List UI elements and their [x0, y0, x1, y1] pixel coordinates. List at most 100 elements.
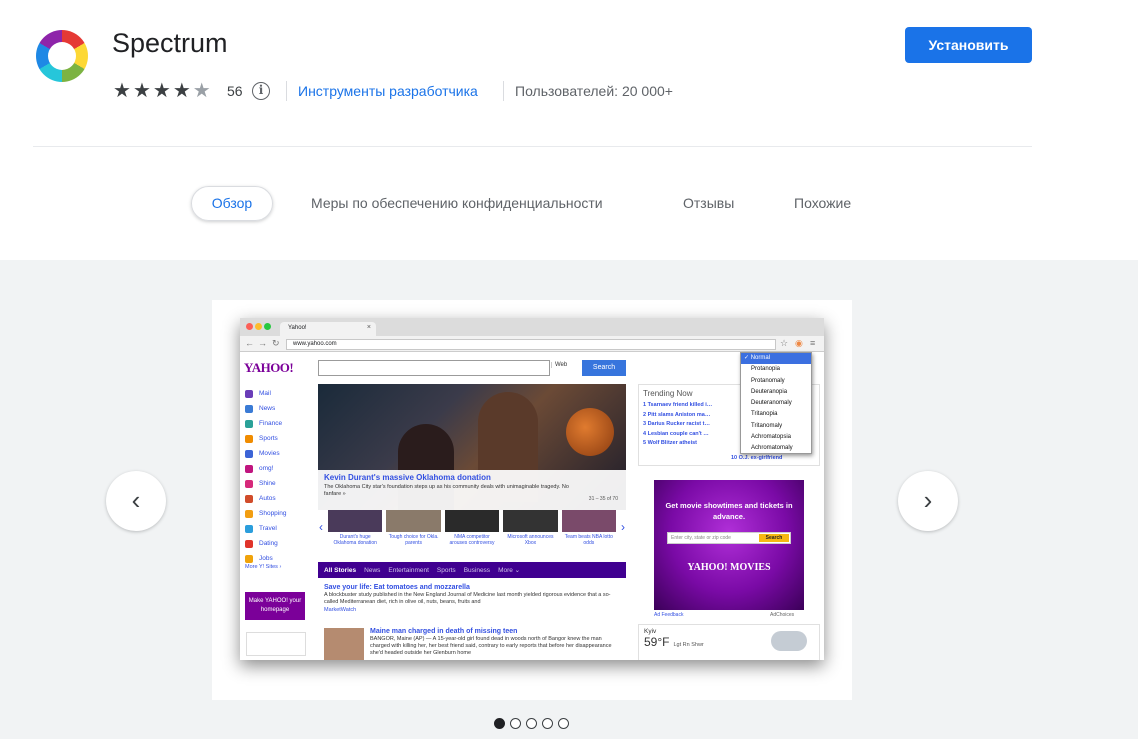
spectrum-menu-item: ✓ Normal [741, 353, 811, 365]
category-link[interactable]: Инструменты разработчика [298, 83, 478, 99]
zoom-dot-icon [264, 323, 271, 330]
yahoo-search-input: Web [318, 360, 567, 376]
gallery-dot[interactable] [558, 718, 569, 729]
tab-reviews[interactable]: Отзывы [683, 195, 734, 211]
tab-similar[interactable]: Похожие [794, 195, 851, 211]
spectrum-dropdown-menu: ✓ Normal Protanopia Protanomaly Deuteranopi… [740, 352, 812, 454]
basketball [566, 408, 614, 456]
nav-label: News [259, 405, 276, 412]
header-divider [33, 146, 1032, 147]
spectrum-menu-item: Protanomaly [751, 377, 785, 384]
info-icon[interactable]: i [252, 82, 270, 100]
weather-desc: Lgt Rn Shwr [673, 642, 704, 648]
install-button[interactable]: Установить [905, 27, 1032, 63]
story-title: Maine man charged in death of missing te… [370, 628, 518, 635]
stories-tab: Sports [436, 566, 456, 574]
star-icon: ★ [152, 80, 171, 102]
stories-tab: Business [463, 566, 491, 574]
spectrum-extension-icon: ◉ [795, 338, 803, 348]
close-icon: × [366, 324, 371, 331]
gallery-pagination [494, 718, 569, 729]
yahoo-nav-item: Mail [245, 386, 315, 401]
ad-search-button: Search [759, 534, 789, 542]
nav-icon [245, 419, 253, 428]
news-thumbnail: Team beats NBA lotto odds [561, 510, 617, 552]
stories-tab: All Stories [324, 566, 357, 574]
chevron-left-icon: ‹ [319, 520, 323, 534]
rating-stars[interactable]: ★ ★ ★ ★ ★ [113, 81, 211, 101]
reload-icon: ↻ [272, 338, 280, 348]
story-text: A blockbuster study published in the New… [324, 592, 611, 605]
story-item: Save your life: Eat tomatoes and mozzare… [324, 584, 620, 614]
more-sites-link: More Y! Sites › [245, 564, 282, 570]
forward-arrow-icon: → [258, 338, 267, 348]
star-icon: ★ [132, 80, 151, 102]
spectrum-menu-item: Tritanopia [751, 411, 778, 418]
story-item: Maine man charged in death of missing te… [370, 628, 620, 657]
trending-item: 10 O.J. ex-girlfriend [731, 455, 783, 461]
nav-icon [245, 479, 253, 488]
news-thumbnail: Microsoft announces Xbox [503, 510, 558, 552]
gallery-dot[interactable] [526, 718, 537, 729]
news-thumbnails: ‹ › Durant's huge Oklahoma donation Tough… [318, 510, 626, 552]
thumbnail-image [444, 510, 500, 532]
nav-icon [245, 509, 253, 518]
spectrum-menu-item: Deuteranopia [751, 388, 788, 395]
yahoo-movies-logo: YAHOO! MOVIES [687, 562, 771, 573]
story-thumbnail [324, 628, 364, 660]
nav-icon [245, 494, 253, 503]
nav-icon [245, 449, 253, 458]
thumbnail-caption: Microsoft announces Xbox [507, 534, 554, 546]
chevron-right-icon: › [621, 520, 625, 534]
nav-icon [245, 554, 253, 563]
extension-title: Spectrum [112, 28, 228, 58]
news-thumbnail: Durant's huge Oklahoma donation [328, 510, 383, 552]
browser-tab: Yahoo! × [280, 322, 376, 336]
gallery-prev-button[interactable]: ‹ [106, 471, 166, 531]
ad-zip-input: Enter city, state or zip code Search [667, 532, 791, 544]
yahoo-nav-item: Travel [245, 521, 315, 536]
gallery-dot[interactable] [510, 718, 521, 729]
search-scope: Web [551, 362, 567, 368]
hero-caption: Kevin Durant's massive Oklahoma donation… [318, 470, 626, 510]
browser-tab-bar: Yahoo! × [240, 318, 824, 336]
spectrum-menu-item: Protanopia [751, 366, 781, 373]
yahoo-nav-item: Movies [245, 446, 315, 461]
thumbnail-caption: Durant's huge Oklahoma donation [333, 534, 377, 546]
tab-privacy[interactable]: Меры по обеспечению конфиденциальности [311, 195, 603, 211]
nav-label: Finance [259, 420, 283, 427]
tab-overview[interactable]: Обзор [191, 186, 273, 221]
nav-icon [245, 404, 253, 413]
spectrum-menu-item: Tritanomaly [751, 422, 783, 429]
bookmark-star-icon: ☆ [780, 338, 789, 348]
yahoo-logo: YAHOO! [244, 360, 294, 375]
ad-choices-link: AdChoices [770, 612, 795, 618]
gallery-dot[interactable] [542, 718, 553, 729]
browser-toolbar: ← → ↻ www.yahoo.com ☆ ◉ ≡ [240, 336, 824, 352]
thumbnail-image [328, 510, 383, 532]
app-logo [36, 30, 88, 82]
story-text: BANGOR, Maine (AP) — A 15-year-old girl … [370, 636, 612, 656]
gallery-dot[interactable] [494, 718, 505, 729]
browser-tab-title: Yahoo! [288, 325, 307, 331]
stories-tab: More ⌄ [498, 567, 521, 574]
nav-label: Travel [259, 525, 277, 532]
ad-headline: Get movie showtimes and tickets in advan… [665, 501, 793, 521]
yahoo-nav-item: News [245, 401, 315, 416]
nav-label: Mail [259, 390, 271, 397]
rating-count[interactable]: 56 [227, 83, 243, 99]
nav-label: omg! [259, 465, 274, 472]
divider [286, 81, 287, 101]
gallery-next-button[interactable]: › [898, 471, 958, 531]
yahoo-nav-item: Shine [245, 476, 315, 491]
thumbnail-caption: NMA competitor arouses controversy [449, 534, 495, 546]
nav-label: Shopping [259, 510, 287, 517]
back-arrow-icon: ← [245, 338, 254, 348]
stories-tabs: All Stories News Entertainment Sports Busine… [318, 562, 626, 578]
nav-label: Shine [259, 480, 276, 487]
thumbnail-image [503, 510, 558, 532]
nav-icon [245, 389, 253, 398]
nav-label: Sports [259, 435, 278, 442]
nav-label: Autos [259, 495, 276, 502]
star-empty-icon: ★ [192, 80, 211, 102]
